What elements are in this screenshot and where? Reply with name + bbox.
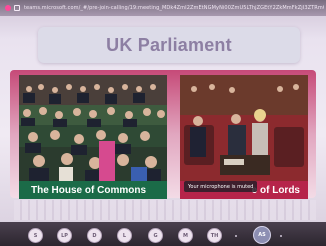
participant-avatar[interactable]: D — [88, 229, 101, 242]
lock-icon — [14, 5, 20, 11]
mic-muted-notification[interactable]: Your microphone is muted — [184, 181, 258, 192]
browser-address-bar[interactable]: teams.microsoft.com/_#/pre-join-calling/… — [0, 0, 326, 16]
commons-panel: The House of Commons — [19, 75, 167, 199]
separator-dot-icon — [235, 235, 237, 237]
separator-dot-icon — [280, 235, 282, 237]
slide-title: UK Parliament — [106, 34, 232, 55]
participant-avatar[interactable]: G — [149, 229, 162, 242]
participant-avatar[interactable]: M — [179, 229, 192, 242]
participant-avatar[interactable]: LP — [58, 229, 71, 242]
url-text[interactable]: teams.microsoft.com/_#/pre-join-calling/… — [24, 5, 324, 11]
self-avatar[interactable]: AS — [254, 227, 270, 243]
participant-bar: S LP D L G M TH AS — [0, 222, 326, 246]
participant-avatar[interactable]: L — [118, 229, 131, 242]
decorative-stripes — [14, 200, 316, 220]
meeting-screen: teams.microsoft.com/_#/pre-join-calling/… — [0, 0, 326, 246]
participant-avatar[interactable]: TH — [208, 229, 221, 242]
commons-caption: The House of Commons — [19, 181, 167, 199]
participant-avatar[interactable]: S — [29, 229, 42, 242]
record-indicator-icon — [5, 5, 11, 11]
slide-title-banner: UK Parliament — [38, 27, 300, 63]
